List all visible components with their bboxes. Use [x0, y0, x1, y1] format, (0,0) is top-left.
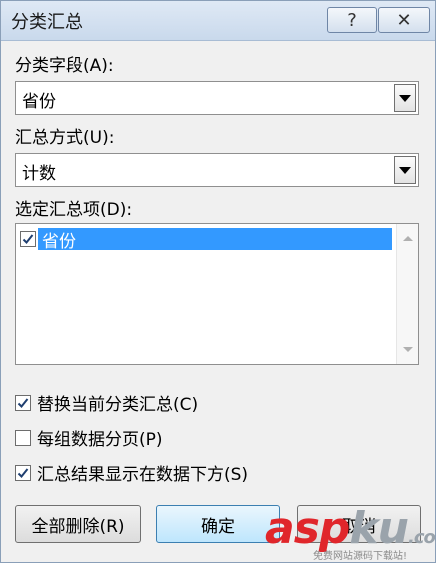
subtotal-items-label: 选定汇总项(D):: [15, 200, 133, 220]
function-dropdown-button[interactable]: [394, 156, 416, 184]
page-break-label: 每组数据分页(P): [37, 430, 163, 450]
list-item[interactable]: 省份: [18, 228, 392, 252]
remove-all-button[interactable]: 全部删除(R): [15, 505, 141, 543]
checkmark-icon: [17, 397, 29, 408]
site-watermark: aspku.com 免费网站源码下载站!: [265, 501, 436, 564]
checkmark-icon: [17, 467, 29, 478]
help-icon: ?: [347, 9, 357, 31]
list-item-checkbox[interactable]: [20, 231, 36, 247]
group-by-dropdown-button[interactable]: [394, 84, 416, 112]
list-item-checkbox-area: [18, 228, 38, 250]
scroll-up-icon[interactable]: [403, 236, 413, 241]
subtotal-items-list[interactable]: 省份: [15, 223, 419, 365]
group-by-label: 分类字段(A):: [15, 56, 114, 76]
title-bar[interactable]: 分类汇总 ? ✕: [1, 1, 435, 41]
function-select[interactable]: 计数: [15, 153, 419, 187]
page-break-option[interactable]: 每组数据分页(P): [15, 425, 163, 450]
watermark-tagline: 免费网站源码下载站!: [313, 551, 408, 562]
summary-below-label: 汇总结果显示在数据下方(S): [37, 465, 249, 485]
replace-current-option[interactable]: 替换当前分类汇总(C): [15, 390, 198, 415]
dialog-title: 分类汇总: [11, 12, 83, 33]
replace-current-checkbox[interactable]: [15, 394, 31, 411]
page-break-checkbox[interactable]: [15, 429, 31, 446]
checkmark-icon: [22, 234, 34, 244]
chevron-down-icon: [399, 94, 411, 102]
watermark-brand-suffix: .com: [407, 527, 436, 548]
ok-button[interactable]: 确定: [156, 505, 280, 543]
list-item-label: 省份: [38, 228, 392, 252]
chevron-down-icon: [399, 166, 411, 174]
group-by-select[interactable]: 省份: [15, 81, 419, 115]
help-button[interactable]: ?: [327, 7, 377, 33]
group-by-value: 省份: [22, 92, 56, 112]
summary-below-option[interactable]: 汇总结果显示在数据下方(S): [15, 460, 248, 485]
close-icon: ✕: [396, 9, 412, 31]
scroll-down-icon[interactable]: [403, 347, 413, 352]
function-value: 计数: [22, 164, 56, 184]
replace-current-label: 替换当前分类汇总(C): [37, 395, 199, 415]
summary-below-checkbox[interactable]: [15, 464, 31, 481]
list-scrollbar[interactable]: [396, 224, 418, 364]
close-button[interactable]: ✕: [378, 7, 430, 33]
function-label: 汇总方式(U):: [15, 128, 115, 148]
subtotal-dialog: 分类汇总 ? ✕ 分类字段(A): 省份 汇总方式(U): 计数 选定汇总项(D…: [0, 0, 436, 563]
